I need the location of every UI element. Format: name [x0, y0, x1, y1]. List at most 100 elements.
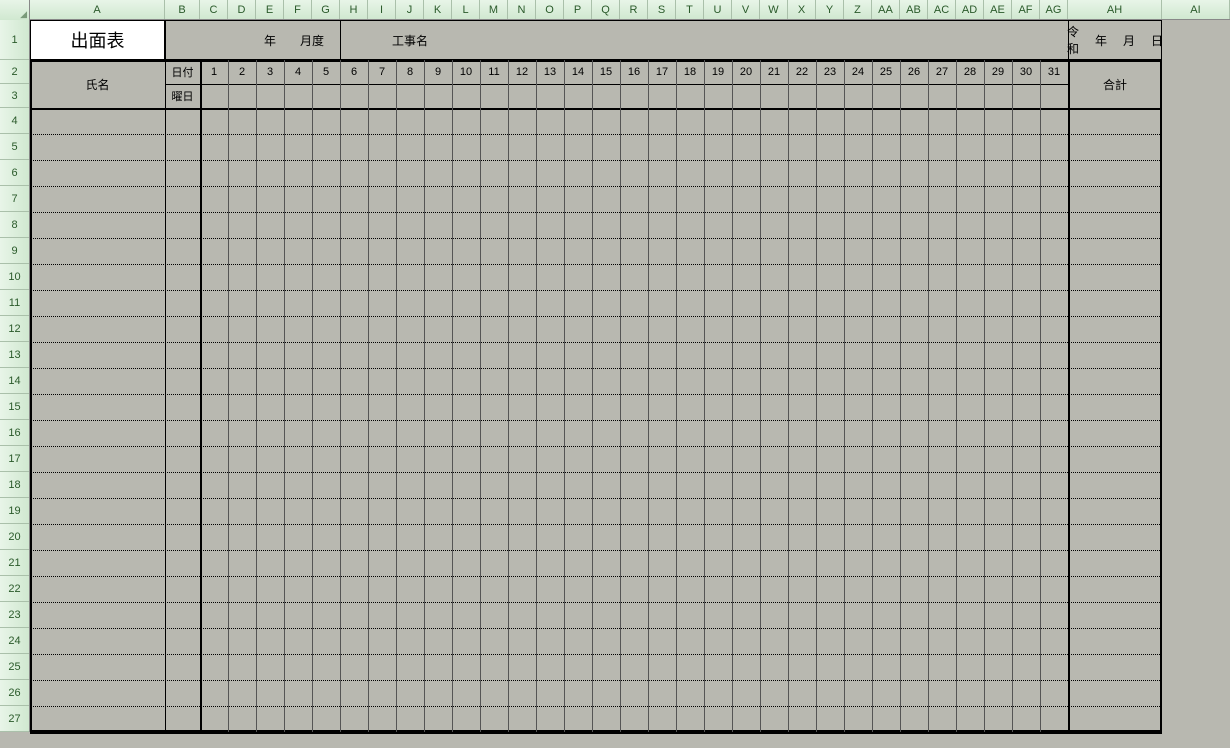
title-text: 出面表 [71, 27, 125, 53]
day-header-10: 10 [452, 60, 480, 84]
row-header-13[interactable]: 13 [0, 342, 29, 368]
row-header-22[interactable]: 22 [0, 576, 29, 602]
col-header-AC[interactable]: AC [928, 0, 956, 19]
row-header-5[interactable]: 5 [0, 134, 29, 160]
title-cell[interactable]: 出面表 [30, 20, 165, 60]
col-header-S[interactable]: S [648, 0, 676, 19]
row-header-24[interactable]: 24 [0, 628, 29, 654]
day-header-17: 17 [648, 60, 676, 84]
row-header-26[interactable]: 26 [0, 680, 29, 706]
col-header-D[interactable]: D [228, 0, 256, 19]
row-header-12[interactable]: 12 [0, 316, 29, 342]
col-header-I[interactable]: I [368, 0, 396, 19]
spreadsheet: ABCDEFGHIJKLMNOPQRSTUVWXYZAAABACADAEAFAG… [0, 0, 1230, 748]
day-header-20: 20 [732, 60, 760, 84]
col-header-Z[interactable]: Z [844, 0, 872, 19]
col-header-R[interactable]: R [620, 0, 648, 19]
row-header-15[interactable]: 15 [0, 394, 29, 420]
col-header-T[interactable]: T [676, 0, 704, 19]
name-header: 氏名 [30, 60, 165, 108]
row-header-7[interactable]: 7 [0, 186, 29, 212]
col-header-AF[interactable]: AF [1012, 0, 1040, 19]
day-header-25: 25 [872, 60, 900, 84]
col-header-AI[interactable]: AI [1162, 0, 1230, 19]
row-header-11[interactable]: 11 [0, 290, 29, 316]
col-header-C[interactable]: C [200, 0, 228, 19]
day-header-23: 23 [816, 60, 844, 84]
row-header-18[interactable]: 18 [0, 472, 29, 498]
day-header-12: 12 [508, 60, 536, 84]
row-header-17[interactable]: 17 [0, 446, 29, 472]
row-header-25[interactable]: 25 [0, 654, 29, 680]
col-header-U[interactable]: U [704, 0, 732, 19]
day-header-13: 13 [536, 60, 564, 84]
day-header-3: 3 [256, 60, 284, 84]
total-header: 合計 [1068, 60, 1162, 108]
weekday-header: 曜日 [165, 84, 200, 108]
select-all-corner[interactable] [0, 0, 30, 20]
col-header-H[interactable]: H [340, 0, 368, 19]
col-header-F[interactable]: F [284, 0, 312, 19]
col-header-AA[interactable]: AA [872, 0, 900, 19]
grid-area[interactable]: 出面表 令和 年 月 日 年 月度 工事名 氏名 日付 曜日 合計 123456… [30, 20, 1230, 748]
day-header-29: 29 [984, 60, 1012, 84]
day-header-16: 16 [620, 60, 648, 84]
row-header-6[interactable]: 6 [0, 160, 29, 186]
day-header-9: 9 [424, 60, 452, 84]
col-header-P[interactable]: P [564, 0, 592, 19]
col-header-K[interactable]: K [424, 0, 452, 19]
row-header-19[interactable]: 19 [0, 498, 29, 524]
col-header-V[interactable]: V [732, 0, 760, 19]
col-header-B[interactable]: B [165, 0, 200, 19]
row-header-10[interactable]: 10 [0, 264, 29, 290]
column-header-row: ABCDEFGHIJKLMNOPQRSTUVWXYZAAABACADAEAFAG… [0, 0, 1230, 20]
day-header-14: 14 [564, 60, 592, 84]
day-header-24: 24 [844, 60, 872, 84]
day-header-31: 31 [1040, 60, 1068, 84]
col-header-AH[interactable]: AH [1068, 0, 1162, 19]
row-header-14[interactable]: 14 [0, 368, 29, 394]
day-header-8: 8 [396, 60, 424, 84]
day-header-21: 21 [760, 60, 788, 84]
row-header-4[interactable]: 4 [0, 108, 29, 134]
row-header-col: 1234567891011121314151617181920212223242… [0, 20, 30, 732]
col-header-G[interactable]: G [312, 0, 340, 19]
row-header-21[interactable]: 21 [0, 550, 29, 576]
col-header-Y[interactable]: Y [816, 0, 844, 19]
row-header-16[interactable]: 16 [0, 420, 29, 446]
day-header-11: 11 [480, 60, 508, 84]
day-header-27: 27 [928, 60, 956, 84]
day-header-22: 22 [788, 60, 816, 84]
row-header-27[interactable]: 27 [0, 706, 29, 732]
col-header-AG[interactable]: AG [1040, 0, 1068, 19]
col-header-AB[interactable]: AB [900, 0, 928, 19]
row-header-20[interactable]: 20 [0, 524, 29, 550]
day-header-19: 19 [704, 60, 732, 84]
col-header-AD[interactable]: AD [956, 0, 984, 19]
day-header-2: 2 [228, 60, 256, 84]
col-header-W[interactable]: W [760, 0, 788, 19]
day-header-4: 4 [284, 60, 312, 84]
row-header-2[interactable]: 2 [0, 60, 29, 84]
day-header-1: 1 [200, 60, 228, 84]
row-header-9[interactable]: 9 [0, 238, 29, 264]
col-header-E[interactable]: E [256, 0, 284, 19]
col-header-X[interactable]: X [788, 0, 816, 19]
row-header-1[interactable]: 1 [0, 20, 29, 60]
col-header-AE[interactable]: AE [984, 0, 1012, 19]
day-header-30: 30 [1012, 60, 1040, 84]
col-header-O[interactable]: O [536, 0, 564, 19]
row-header-8[interactable]: 8 [0, 212, 29, 238]
col-header-N[interactable]: N [508, 0, 536, 19]
day-header-6: 6 [340, 60, 368, 84]
day-header-18: 18 [676, 60, 704, 84]
day-header-5: 5 [312, 60, 340, 84]
col-header-J[interactable]: J [396, 0, 424, 19]
col-header-A[interactable]: A [30, 0, 165, 19]
day-header-15: 15 [592, 60, 620, 84]
col-header-M[interactable]: M [480, 0, 508, 19]
row-header-3[interactable]: 3 [0, 84, 29, 108]
row-header-23[interactable]: 23 [0, 602, 29, 628]
col-header-Q[interactable]: Q [592, 0, 620, 19]
col-header-L[interactable]: L [452, 0, 480, 19]
